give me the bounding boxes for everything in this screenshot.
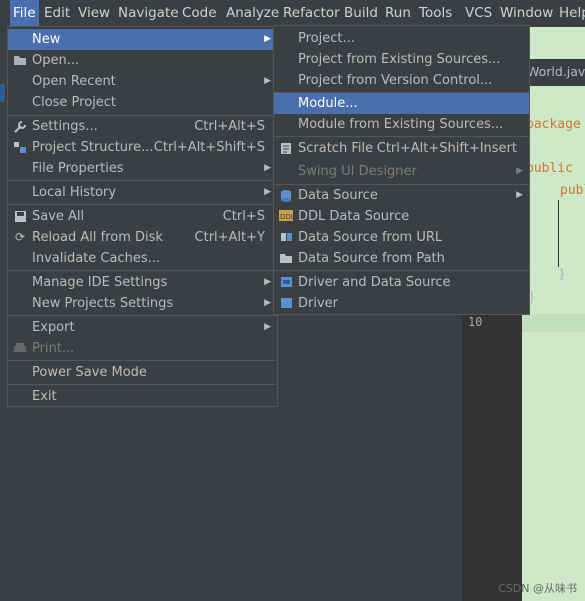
- menu-separator: [8, 204, 277, 205]
- editor-tab-label: World.java: [527, 64, 585, 79]
- menu-item-project[interactable]: Project...: [274, 28, 529, 49]
- menu-item-ddl-data-source[interactable]: DDL DDL Data Source: [274, 206, 529, 227]
- menu-item-file-properties[interactable]: File Properties ▶: [8, 158, 277, 179]
- menu-item-driver-and-data-source[interactable]: Driver and Data Source: [274, 272, 529, 293]
- menu-run[interactable]: Run: [382, 0, 414, 27]
- menu-analyze[interactable]: Analyze: [223, 0, 282, 27]
- submenu-arrow-icon: ▶: [516, 190, 523, 200]
- menu-item-new[interactable]: New ▶: [8, 29, 277, 50]
- menu-help[interactable]: Help: [556, 0, 585, 27]
- menu-item-power-save-mode[interactable]: Power Save Mode: [8, 362, 277, 383]
- submenu-arrow-icon: ▶: [264, 187, 271, 197]
- menu-edit[interactable]: Edit: [41, 0, 73, 27]
- menu-separator: [8, 384, 277, 385]
- menu-item-open-recent[interactable]: Open Recent ▶: [8, 71, 277, 92]
- menu-refactor[interactable]: Refactor: [280, 0, 343, 27]
- menu-item-reload[interactable]: ⟳ Reload All from Disk Ctrl+Alt+Y: [8, 227, 277, 248]
- menu-item-data-source[interactable]: Data Source ▶: [274, 185, 529, 206]
- menu-item-settings[interactable]: Settings... Ctrl+Alt+S: [8, 116, 277, 137]
- scratch-file-icon: [279, 142, 293, 155]
- menu-item-module[interactable]: Module...: [274, 93, 529, 114]
- project-structure-icon: [13, 141, 27, 154]
- menu-item-data-source-path[interactable]: Data Source from Path: [274, 248, 529, 269]
- indent-guide: [558, 200, 559, 267]
- menu-item-invalidate-caches[interactable]: Invalidate Caches...: [8, 248, 277, 269]
- menu-item-new-projects-settings[interactable]: New Projects Settings ▶: [8, 293, 277, 314]
- menu-item-driver[interactable]: Driver: [274, 293, 529, 314]
- menu-separator: [8, 315, 277, 316]
- menu-code[interactable]: Code: [179, 0, 220, 27]
- menu-item-data-source-url[interactable]: Data Source from URL: [274, 227, 529, 248]
- submenu-arrow-icon: ▶: [264, 76, 271, 86]
- submenu-arrow-icon: ▶: [264, 298, 271, 308]
- caret-line: [522, 314, 585, 332]
- code-brace: }: [558, 267, 566, 282]
- menu-item-manage-ide-settings[interactable]: Manage IDE Settings ▶: [8, 272, 277, 293]
- menu-item-module-existing[interactable]: Module from Existing Sources...: [274, 114, 529, 135]
- wrench-icon: [13, 120, 27, 133]
- menu-item-print: Print...: [8, 338, 277, 359]
- code-keyword: public: [526, 161, 573, 176]
- menu-build[interactable]: Build: [341, 0, 381, 27]
- menu-separator: [8, 360, 277, 361]
- submenu-arrow-icon: ▶: [264, 163, 271, 173]
- new-submenu: Project... Project from Existing Sources…: [273, 25, 530, 315]
- menu-item-swing-ui-designer: Swing UI Designer ▶: [274, 161, 529, 182]
- driver-icon: [279, 297, 293, 310]
- menu-bar: File Edit View Navigate Code Analyze Ref…: [0, 0, 585, 27]
- menu-navigate[interactable]: Navigate: [115, 0, 182, 27]
- folder-open-icon: [13, 54, 27, 67]
- line-number: 10: [468, 315, 483, 329]
- watermark: CSDN @从味书: [498, 582, 577, 595]
- menu-item-project-structure[interactable]: Project Structure... Ctrl+Alt+Shift+S: [8, 137, 277, 158]
- menu-vcs[interactable]: VCS: [462, 0, 495, 27]
- menu-item-project-existing[interactable]: Project from Existing Sources...: [274, 49, 529, 70]
- menu-separator: [274, 136, 529, 137]
- submenu-arrow-icon: ▶: [264, 34, 271, 44]
- print-icon: [13, 342, 27, 355]
- menu-item-close-project[interactable]: Close Project: [8, 92, 277, 113]
- folder-icon: [279, 252, 293, 265]
- editor-tab[interactable]: World.java: [522, 59, 585, 86]
- database-icon: [279, 189, 293, 202]
- menu-item-scratch-file[interactable]: Scratch File Ctrl+Alt+Shift+Insert: [274, 138, 529, 159]
- menu-item-open[interactable]: Open...: [8, 50, 277, 71]
- menu-item-project-vcs[interactable]: Project from Version Control...: [274, 70, 529, 91]
- menu-window[interactable]: Window: [497, 0, 556, 27]
- menu-tools[interactable]: Tools: [416, 0, 455, 27]
- submenu-arrow-icon: ▶: [264, 322, 271, 332]
- code-keyword: publ: [560, 183, 585, 198]
- driver-data-source-icon: [279, 276, 293, 289]
- menu-item-save-all[interactable]: Save All Ctrl+S: [8, 206, 277, 227]
- url-source-icon: [279, 231, 293, 244]
- menu-separator: [8, 270, 277, 271]
- reload-icon: ⟳: [14, 230, 26, 244]
- svg-text:DDL: DDL: [280, 213, 293, 221]
- menu-item-local-history[interactable]: Local History ▶: [8, 182, 277, 203]
- menu-file[interactable]: File: [10, 0, 39, 27]
- ddl-icon: DDL: [279, 210, 295, 223]
- file-menu: New ▶ Open... Open Recent ▶ Close Project …: [7, 26, 278, 407]
- submenu-arrow-icon: ▶: [516, 166, 523, 176]
- menu-separator: [274, 270, 529, 271]
- menu-item-exit[interactable]: Exit: [8, 386, 277, 407]
- editor-area[interactable]: [522, 27, 585, 601]
- menu-item-export[interactable]: Export ▶: [8, 317, 277, 338]
- save-icon: [13, 210, 27, 223]
- menu-separator: [8, 180, 277, 181]
- menu-view[interactable]: View: [75, 0, 113, 27]
- submenu-arrow-icon: ▶: [264, 277, 271, 287]
- code-keyword: package: [526, 117, 581, 132]
